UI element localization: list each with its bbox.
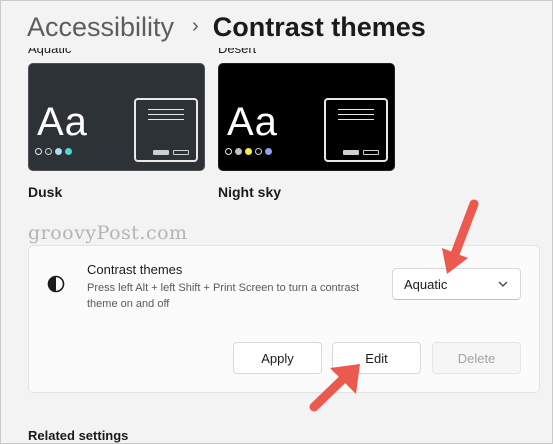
theme-window-preview: [324, 98, 388, 162]
color-dot: [55, 148, 62, 155]
theme-card-dusk[interactable]: Aa: [28, 63, 205, 171]
theme-label-aquatic: Aquatic: [28, 48, 72, 56]
chevron-down-icon: [498, 281, 508, 287]
watermark: groovyPost.com: [28, 222, 188, 244]
dropdown-value: Aquatic: [404, 277, 448, 292]
theme-label-desert: Desert: [218, 48, 257, 56]
contrast-icon: [47, 275, 65, 293]
color-dot: [235, 148, 242, 155]
color-dot: [35, 148, 42, 155]
edit-button[interactable]: Edit: [332, 342, 421, 374]
setting-title: Contrast themes: [87, 262, 183, 277]
color-dot: [265, 148, 272, 155]
setting-description: Press left Alt + left Shift + Print Scre…: [87, 282, 360, 310]
theme-window-preview: [134, 98, 198, 162]
theme-sample-text: Aa: [227, 100, 278, 144]
color-dot: [225, 148, 232, 155]
breadcrumb-separator-icon: ›: [192, 14, 199, 37]
color-dot: [245, 148, 252, 155]
theme-card-night-sky[interactable]: Aa: [218, 63, 395, 171]
related-settings-heading: Related settings: [28, 428, 129, 443]
theme-color-dots: [35, 148, 72, 155]
apply-button[interactable]: Apply: [233, 342, 322, 374]
theme-name-dusk: Dusk: [28, 184, 63, 200]
contrast-theme-dropdown[interactable]: Aquatic: [392, 268, 521, 300]
theme-sample-text: Aa: [37, 100, 88, 144]
color-dot: [255, 148, 262, 155]
color-dot: [45, 148, 52, 155]
theme-name-night-sky: Night sky: [218, 184, 282, 200]
breadcrumb: Accessibility › Contrast themes: [27, 7, 426, 47]
page-title: Contrast themes: [212, 11, 426, 42]
theme-color-dots: [225, 148, 272, 155]
delete-button[interactable]: Delete: [432, 342, 521, 374]
breadcrumb-accessibility[interactable]: Accessibility: [27, 12, 174, 43]
color-dot: [65, 148, 72, 155]
